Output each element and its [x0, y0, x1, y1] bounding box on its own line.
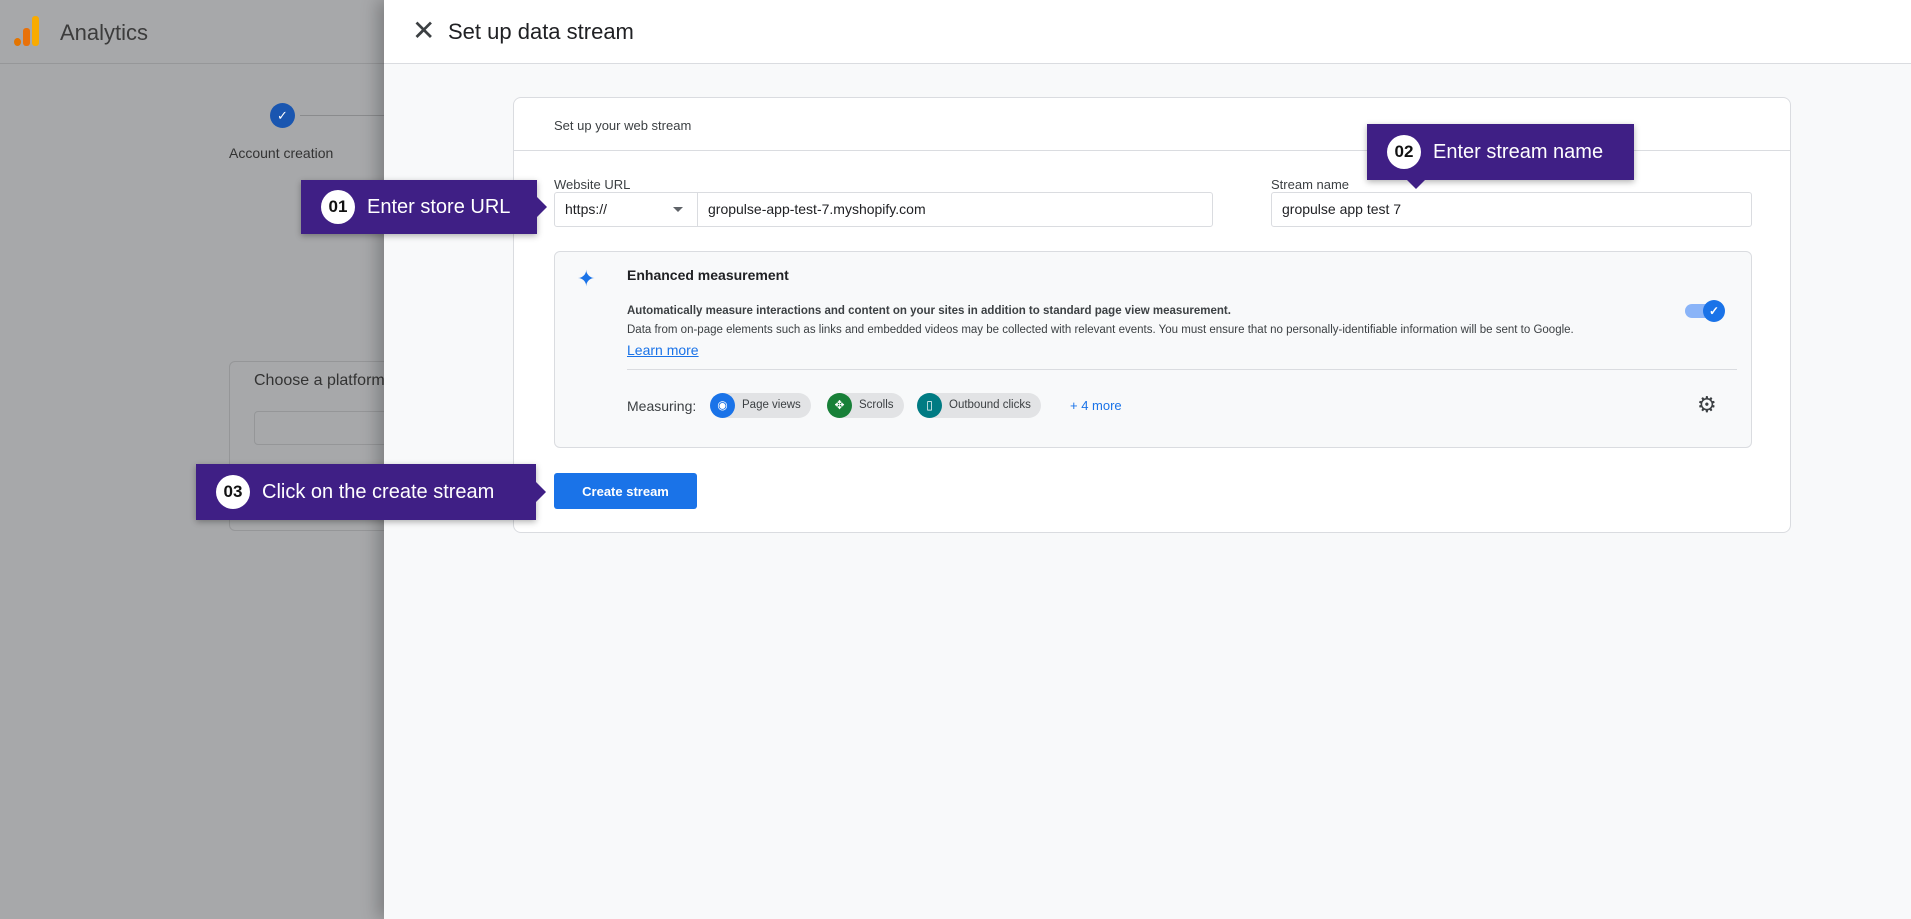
chip-outbound-clicks: ▯ Outbound clicks — [917, 393, 1041, 418]
callout-number: 02 — [1387, 135, 1421, 169]
website-url-value: gropulse-app-test-7.myshopify.com — [708, 201, 926, 217]
callout-number: 01 — [321, 190, 355, 224]
protocol-value: https:// — [565, 201, 608, 217]
platform-title: Choose a platform — [254, 372, 385, 389]
chip-label: Outbound clicks — [949, 399, 1031, 411]
chip-label: Page views — [742, 399, 801, 411]
callout-text: Enter stream name — [1433, 140, 1604, 163]
stream-name-value: gropulse app test 7 — [1282, 201, 1402, 217]
platform-input[interactable] — [254, 411, 394, 445]
close-icon[interactable]: ✕ — [412, 16, 435, 46]
sparkle-icon: ✦ — [577, 266, 596, 291]
setup-data-stream-panel: ✕ Set up data stream Set up your web str… — [384, 0, 1911, 919]
step-connector — [300, 115, 384, 116]
measuring-label: Measuring: — [627, 398, 697, 414]
panel-title: Set up data stream — [448, 19, 634, 44]
enhanced-title: Enhanced measurement — [627, 267, 789, 283]
enhanced-measurement-section: ✦ Enhanced measurement Automatically mea… — [554, 251, 1752, 448]
check-icon: ✓ — [1703, 300, 1725, 322]
callout-02: 02 Enter stream name — [1367, 124, 1634, 189]
gear-icon[interactable]: ⚙ — [1697, 392, 1717, 418]
website-url-label: Website URL — [554, 177, 631, 192]
scroll-icon: ✥ — [827, 393, 852, 418]
website-url-input[interactable]: gropulse-app-test-7.myshopify.com — [697, 192, 1213, 227]
chip-label: Scrolls — [859, 399, 894, 411]
create-stream-button[interactable]: Create stream — [554, 473, 697, 509]
more-events-link[interactable]: + 4 more — [1070, 398, 1122, 413]
callout-text: Click on the create stream — [262, 480, 495, 503]
step-label: Account creation — [229, 145, 334, 161]
chip-page-views: ◉ Page views — [710, 393, 811, 418]
app-title: Analytics — [60, 20, 149, 45]
caret-down-icon — [673, 207, 683, 212]
stream-name-input[interactable]: gropulse app test 7 — [1271, 192, 1752, 227]
enhanced-disclaimer: Data from on-page elements such as links… — [627, 324, 1574, 336]
panel-header: ✕ Set up data stream — [384, 0, 1911, 64]
learn-more-link[interactable]: Learn more — [627, 342, 699, 358]
protocol-select[interactable]: https:// — [554, 192, 698, 227]
callout-text: Enter store URL — [367, 195, 511, 218]
divider — [627, 369, 1737, 370]
callout-03: 03 Click on the create stream — [196, 464, 546, 520]
eye-icon: ◉ — [710, 393, 735, 418]
app-header: Analytics — [0, 0, 384, 64]
stream-name-label: Stream name — [1271, 177, 1350, 192]
callout-01: 01 Enter store URL — [301, 180, 547, 234]
callout-number: 03 — [216, 475, 250, 509]
analytics-logo-icon — [14, 16, 40, 46]
step-complete-check-icon: ✓ — [270, 103, 295, 128]
mouse-icon: ▯ — [917, 393, 942, 418]
enhanced-description: Automatically measure interactions and c… — [627, 305, 1231, 317]
enhanced-measurement-toggle[interactable]: ✓ — [1685, 300, 1725, 322]
chip-scrolls: ✥ Scrolls — [827, 393, 904, 418]
